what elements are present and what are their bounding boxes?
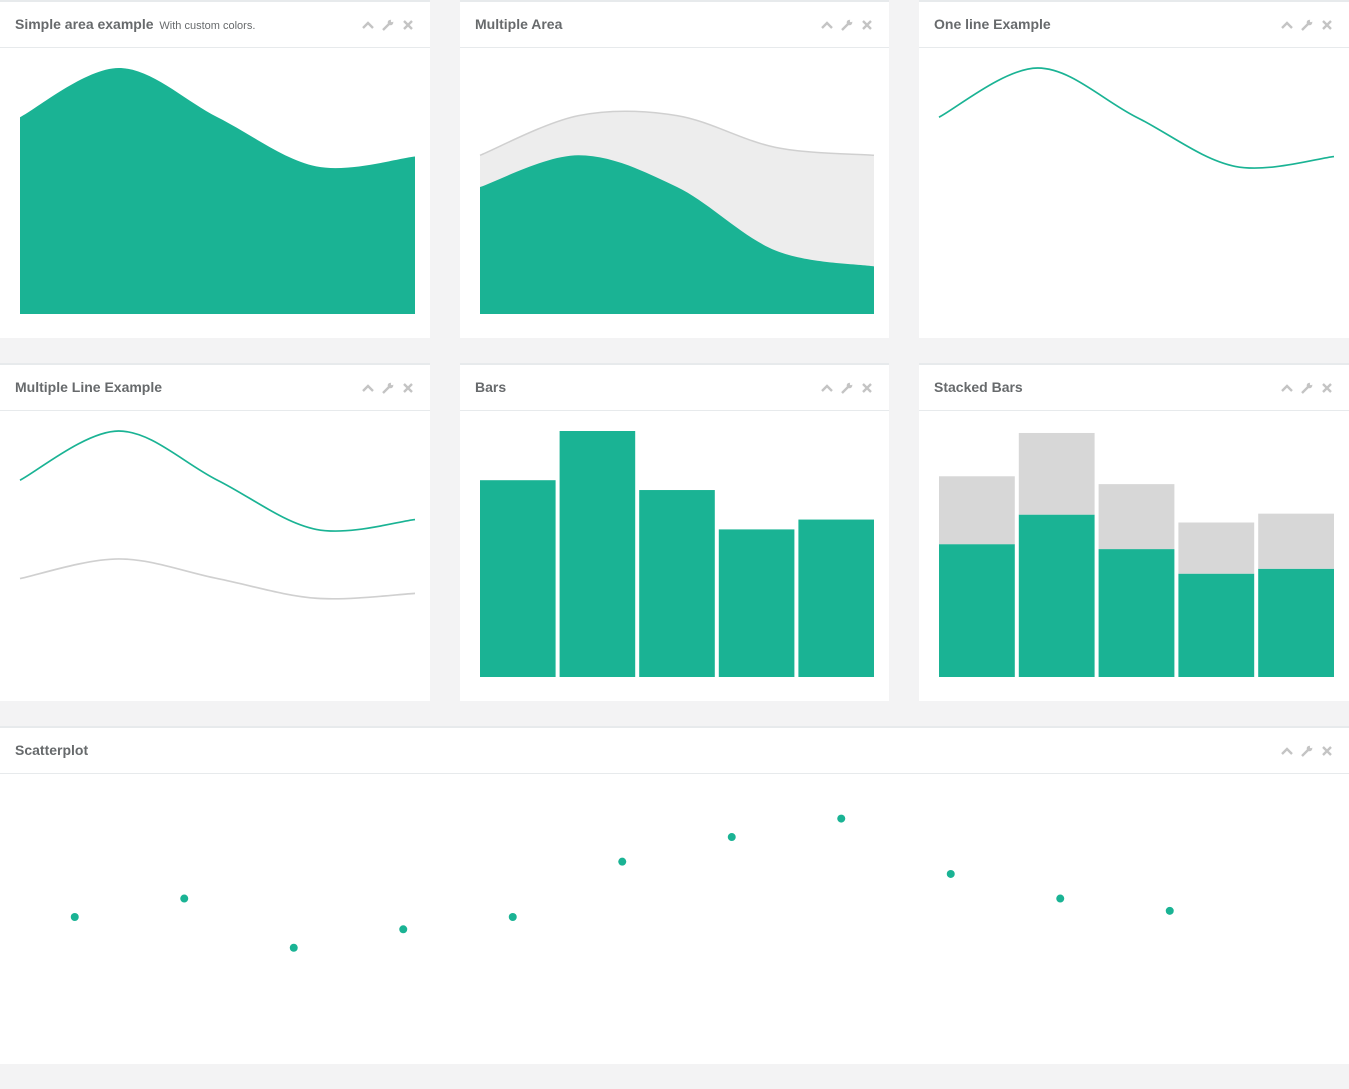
- panel-tools: [1280, 381, 1334, 397]
- bar-1-series-1: [939, 544, 1015, 677]
- close-icon[interactable]: [860, 381, 874, 395]
- panel-tools: [820, 381, 874, 397]
- scatter-point-5: [508, 913, 517, 921]
- scatter-point-1: [70, 913, 79, 921]
- bar-3-series-1: [1098, 549, 1175, 677]
- bar-2-series-1: [1018, 514, 1095, 677]
- bar-2-series-2: [1018, 432, 1095, 515]
- panel-header: Multiple Line Example: [0, 365, 430, 411]
- panel-stacked-bars: Stacked Bars: [919, 363, 1349, 701]
- close-icon[interactable]: [1320, 744, 1334, 758]
- panel-title: Bars: [475, 379, 507, 395]
- scatter-point-2: [180, 894, 189, 903]
- panel-tools: [820, 18, 874, 34]
- bar-1: [480, 480, 556, 677]
- chart-multiple-line: [19, 430, 416, 600]
- bar-4-series-1: [1178, 573, 1255, 677]
- panel-header: Bars: [460, 365, 889, 411]
- wrench-icon[interactable]: [381, 381, 395, 395]
- panel-header: Scatterplot: [0, 728, 1349, 774]
- bar-3-series-2: [1098, 484, 1175, 550]
- panel-header: One line Example: [919, 2, 1349, 48]
- chart-bars: [480, 431, 874, 677]
- scatter-point-10: [1056, 894, 1065, 903]
- scatter-point-11: [1165, 906, 1174, 915]
- panel-title: Multiple Line Example: [15, 379, 163, 395]
- panel-tools: [1280, 18, 1334, 34]
- panel-header: Simple area example With custom colors.: [0, 2, 430, 48]
- panel-title: Stacked Bars: [934, 379, 1023, 395]
- wrench-icon[interactable]: [840, 18, 854, 32]
- wrench-icon[interactable]: [840, 381, 854, 395]
- wrench-icon[interactable]: [1300, 18, 1314, 32]
- chevron-up-icon[interactable]: [1280, 744, 1294, 758]
- scatter-point-8: [837, 814, 846, 823]
- panel-bars: Bars: [460, 363, 889, 701]
- bar-5-series-2: [1258, 513, 1334, 569]
- chevron-up-icon[interactable]: [820, 18, 834, 32]
- area-series-1: [20, 68, 415, 314]
- panel-tools: [361, 18, 415, 34]
- close-icon[interactable]: [1320, 18, 1334, 32]
- panel-title: One line Example: [934, 16, 1051, 32]
- close-icon[interactable]: [1320, 381, 1334, 395]
- panel-one-line: One line Example: [919, 0, 1349, 338]
- panel-tools: [361, 381, 415, 397]
- bar-3: [639, 490, 715, 677]
- line-series-1: [19, 430, 416, 532]
- panel-scatterplot: Scatterplot: [0, 726, 1349, 1064]
- bar-2: [559, 431, 636, 677]
- scatter-point-9: [946, 869, 955, 878]
- scatter-point-4: [399, 925, 408, 934]
- bar-5-series-1: [1258, 568, 1334, 677]
- panel-header: Multiple Area: [460, 2, 889, 48]
- wrench-icon[interactable]: [1300, 744, 1314, 758]
- panel-title: Scatterplot: [15, 742, 89, 758]
- line-series-1: [938, 67, 1335, 169]
- scatter-point-6: [618, 857, 627, 866]
- chart-multiple-area: [479, 110, 875, 314]
- chart-stacked-bars: [939, 432, 1334, 677]
- chevron-up-icon[interactable]: [361, 18, 375, 32]
- panel-simple-area: Simple area example With custom colors.: [0, 0, 430, 338]
- chevron-up-icon[interactable]: [1280, 381, 1294, 395]
- chevron-up-icon[interactable]: [820, 381, 834, 395]
- panel-header: Stacked Bars: [919, 365, 1349, 411]
- panel-title: Simple area example With custom colors.: [15, 16, 256, 32]
- bar-4: [718, 529, 795, 677]
- chart-one-line: [938, 67, 1335, 169]
- close-icon[interactable]: [860, 18, 874, 32]
- close-icon[interactable]: [401, 381, 415, 395]
- scatter-point-7: [727, 833, 736, 842]
- wrench-icon[interactable]: [1300, 381, 1314, 395]
- panel-title: Multiple Area: [475, 16, 563, 32]
- line-series-2: [19, 558, 416, 600]
- chart-scatterplot: [70, 814, 1174, 952]
- scatter-point-3: [289, 943, 298, 952]
- bar-4-series-2: [1178, 522, 1255, 574]
- panel-multiple-line: Multiple Line Example: [0, 363, 430, 701]
- chart-simple-area: [20, 68, 415, 314]
- bar-1-series-2: [939, 476, 1015, 545]
- panel-subtitle: With custom colors.: [159, 20, 256, 32]
- close-icon[interactable]: [401, 18, 415, 32]
- chevron-up-icon[interactable]: [1280, 18, 1294, 32]
- chevron-up-icon[interactable]: [361, 381, 375, 395]
- bar-5: [798, 519, 874, 677]
- panel-tools: [1280, 744, 1334, 760]
- wrench-icon[interactable]: [381, 18, 395, 32]
- panel-multiple-area: Multiple Area: [460, 0, 889, 338]
